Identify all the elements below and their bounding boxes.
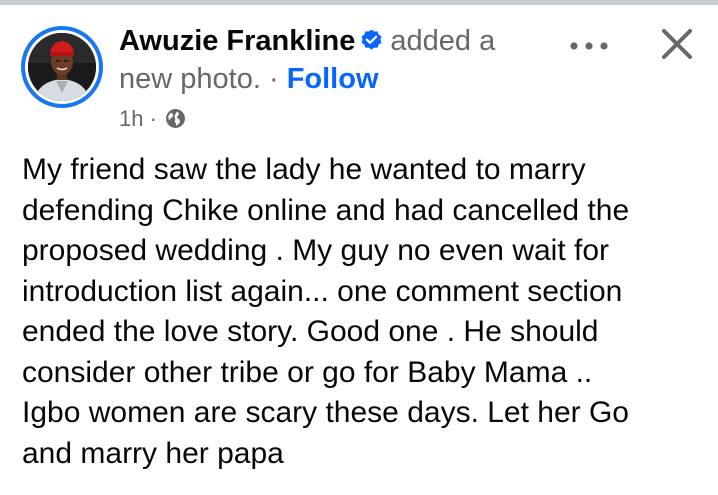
follow-button[interactable]: Follow [287,63,379,95]
post-body-line: defending Chike online and had cancelled… [22,193,630,227]
post-time[interactable]: 1h [119,106,143,131]
post-action-text-2: new photo. [119,63,261,95]
post-body-line: ended the love story. Good one . He shou… [22,315,599,348]
post-meta: 1h · [119,105,186,133]
meta-separator: · [149,106,157,131]
post-action-text: added a [390,25,496,57]
post-body-line: Igbo women are scary these days. Let her… [22,396,629,429]
post-body-line: consider other tribe or go for Baby Mama… [22,355,593,389]
avatar-photo [28,33,96,101]
more-options-button[interactable] [564,34,614,58]
globe-icon [165,108,186,129]
header-separator: · [268,63,279,95]
close-icon [662,29,692,59]
post-body-line: proposed wedding . My guy no even wait f… [22,234,610,267]
post-body-line: My friend saw the lady he wanted to marr… [22,153,586,186]
avatar[interactable] [21,26,103,108]
verified-badge-icon [359,26,384,51]
post-body-line: and marry her papa [22,436,284,470]
close-button[interactable] [656,23,698,65]
top-divider [0,0,718,5]
post-body-line: introduction list again... one comment s… [22,274,623,308]
post-body: My friend saw the lady he wanted to marr… [22,150,712,474]
post-header-continued: new photo. · Follow [119,61,379,97]
avatar-ring [25,30,99,104]
post-header: Awuzie Frankline added a [119,23,495,59]
more-options-icon [570,42,608,50]
profile-photo-image [28,33,96,101]
author-name[interactable]: Awuzie Frankline [119,25,355,57]
